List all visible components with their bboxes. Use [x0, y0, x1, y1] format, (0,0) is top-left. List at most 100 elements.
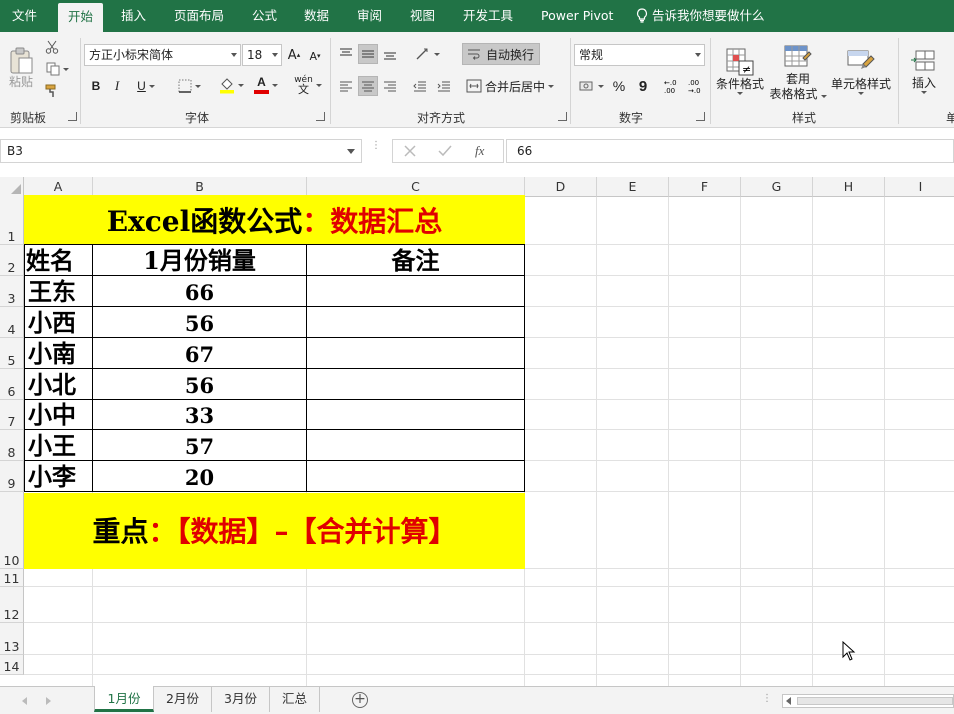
clipboard-launcher-icon[interactable]	[68, 112, 77, 121]
row-header[interactable]: 2	[0, 245, 24, 276]
number-launcher-icon[interactable]	[696, 112, 705, 121]
formula-input[interactable]: 66	[506, 139, 954, 163]
tab-file[interactable]: 文件	[12, 0, 37, 32]
comma-style-button[interactable]: 9	[634, 76, 652, 96]
increase-decimal-button[interactable]: ←.0.00	[662, 76, 680, 96]
bold-button[interactable]: B	[88, 76, 104, 96]
cell-sales[interactable]: 56	[93, 371, 306, 400]
cell-sales[interactable]: 66	[93, 278, 306, 307]
cell-name[interactable]: 小中	[28, 400, 92, 429]
column-header[interactable]: D	[525, 177, 597, 197]
tab-view[interactable]: 视图	[410, 0, 435, 32]
cell-sales[interactable]: 67	[93, 340, 306, 369]
paste-button[interactable]: 粘贴	[4, 38, 38, 98]
row-header[interactable]: 3	[0, 276, 24, 307]
align-right-button[interactable]	[380, 76, 400, 96]
cancel-icon[interactable]	[403, 144, 417, 161]
header-name[interactable]: 姓名	[26, 246, 92, 276]
cell-name[interactable]: 王东	[28, 277, 92, 306]
column-header[interactable]: C	[307, 177, 525, 197]
align-center-button[interactable]	[358, 76, 378, 96]
format-painter-button[interactable]	[42, 82, 62, 100]
cell-styles-button[interactable]: 单元格样式	[830, 38, 892, 104]
decrease-indent-button[interactable]	[410, 76, 430, 96]
tab-page-layout[interactable]: 页面布局	[174, 0, 224, 32]
align-bottom-button[interactable]	[380, 44, 400, 64]
number-format-select[interactable]: 常规	[574, 44, 705, 66]
row-header[interactable]: 14	[0, 655, 24, 675]
tab-data[interactable]: 数据	[304, 0, 329, 32]
add-sheet-button[interactable]: +	[352, 692, 368, 708]
copy-button[interactable]	[42, 60, 72, 78]
percent-button[interactable]: %	[610, 76, 628, 96]
row-header[interactable]: 7	[0, 400, 24, 430]
grow-font-button[interactable]: A ▴	[286, 46, 302, 64]
borders-button[interactable]	[172, 76, 206, 96]
insert-function-button[interactable]: fx	[475, 143, 484, 159]
note-cell[interactable]: 重点 ：【数据】–【合并计算】	[24, 493, 525, 567]
format-as-table-button[interactable]: 套用 表格格式	[768, 38, 828, 108]
tell-me-search[interactable]: 告诉我你想要做什么	[636, 0, 765, 32]
decrease-decimal-button[interactable]: .00 →.0	[686, 76, 704, 96]
cell-name[interactable]: 小西	[28, 308, 92, 337]
cell-name[interactable]: 小王	[28, 431, 92, 460]
increase-indent-button[interactable]	[434, 76, 454, 96]
title-cell[interactable]: Excel函数公式 ：数据汇总	[24, 195, 525, 244]
row-header[interactable]: 9	[0, 461, 24, 492]
scroll-thumb[interactable]	[797, 697, 953, 705]
column-header[interactable]: F	[669, 177, 741, 197]
sheet-tab-jan[interactable]: 1月份	[94, 686, 154, 712]
font-color-button[interactable]: A	[251, 74, 281, 96]
name-box[interactable]: B3	[0, 139, 362, 163]
next-sheet-icon[interactable]	[46, 697, 51, 705]
align-left-button[interactable]	[336, 76, 356, 96]
worksheet-grid[interactable]: A B C D E F G H I 1 2 3 4 5 6 7 8 9 10 1…	[0, 172, 954, 686]
row-header[interactable]: 5	[0, 338, 24, 369]
column-header[interactable]: B	[93, 177, 307, 197]
wrap-text-button[interactable]: 自动换行	[462, 43, 540, 65]
enter-check-icon[interactable]	[438, 144, 452, 161]
tab-formulas[interactable]: 公式	[252, 0, 277, 32]
italic-button[interactable]: I	[109, 76, 125, 96]
row-header[interactable]: 8	[0, 430, 24, 461]
horizontal-scrollbar[interactable]	[782, 694, 954, 708]
cell-name[interactable]: 小北	[28, 370, 92, 399]
conditional-formatting-button[interactable]: ≠ 条件格式	[714, 38, 766, 104]
cell-name[interactable]: 小南	[28, 339, 92, 368]
phonetic-button[interactable]: wén 文	[292, 74, 324, 96]
tab-power-pivot[interactable]: Power Pivot	[541, 0, 613, 32]
column-header[interactable]: A	[24, 177, 93, 197]
orientation-button[interactable]	[412, 44, 442, 64]
row-header[interactable]: 12	[0, 587, 24, 623]
cell-sales[interactable]: 20	[93, 463, 306, 492]
tab-splitter-icon[interactable]: ⋮	[762, 693, 772, 704]
underline-button[interactable]: U	[131, 76, 161, 96]
shrink-font-button[interactable]: A ▾	[307, 48, 323, 64]
row-header[interactable]: 10	[0, 492, 24, 569]
column-header[interactable]: E	[597, 177, 669, 197]
scroll-left-icon[interactable]	[786, 697, 791, 705]
column-header[interactable]: H	[813, 177, 885, 197]
cell-sales[interactable]: 33	[93, 401, 306, 430]
sheet-tab-summary[interactable]: 汇总	[270, 686, 320, 712]
font-name-select[interactable]: 方正小标宋简体	[84, 44, 241, 66]
row-header[interactable]: 13	[0, 623, 24, 655]
tab-developer[interactable]: 开发工具	[463, 0, 513, 32]
fill-color-button[interactable]	[216, 74, 246, 96]
tab-insert[interactable]: 插入	[121, 0, 146, 32]
row-header[interactable]: 4	[0, 307, 24, 338]
header-notes[interactable]: 备注	[307, 246, 524, 276]
cell-name[interactable]: 小李	[28, 462, 92, 491]
column-header[interactable]: G	[741, 177, 813, 197]
cut-button[interactable]	[42, 38, 62, 56]
formula-bar-splitter[interactable]: ⋮	[371, 141, 381, 151]
sheet-tab-mar[interactable]: 3月份	[212, 686, 270, 712]
font-size-select[interactable]: 18	[242, 44, 282, 66]
insert-cells-button[interactable]: 插入	[904, 38, 944, 104]
column-header[interactable]: I	[885, 177, 954, 197]
prev-sheet-icon[interactable]	[22, 697, 27, 705]
tab-home[interactable]: 开始	[58, 3, 104, 32]
merge-center-button[interactable]: 合并后居中	[462, 76, 558, 96]
align-middle-button[interactable]	[358, 44, 378, 64]
header-sales[interactable]: 1月份销量	[93, 246, 306, 276]
